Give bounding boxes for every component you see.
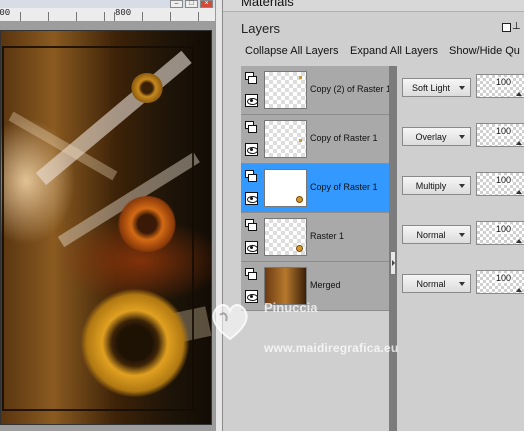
blend-mode-dropdown[interactable]: Multiply (402, 176, 471, 195)
materials-palette-header: Materials (223, 0, 524, 12)
layer-icons (245, 170, 259, 208)
blend-mode-dropdown[interactable]: Soft Light (402, 78, 471, 97)
layer-thumbnail (264, 169, 307, 207)
watermark: Pinuccia www.maidiregrafica.eu (206, 293, 436, 363)
visibility-eye-icon[interactable] (245, 94, 258, 107)
minimize-button[interactable]: – (170, 0, 183, 8)
chevron-down-icon (459, 184, 465, 188)
layer-row[interactable]: Copy (2) of Raster 1 (241, 66, 392, 115)
close-button[interactable]: × (200, 0, 213, 8)
layer-properties-row: Normal 100 (397, 213, 524, 262)
watermark-name: Pinuccia (264, 300, 318, 315)
layer-group-icon[interactable] (245, 170, 258, 183)
chevron-up-icon (516, 190, 522, 194)
ruler-tick (170, 12, 171, 21)
visibility-eye-icon[interactable] (245, 143, 258, 156)
blend-mode-value: Soft Light (411, 83, 451, 93)
opacity-value: 100 (495, 175, 513, 185)
visibility-eye-icon[interactable] (245, 241, 258, 254)
layer-properties-row: Multiply 100 (397, 164, 524, 213)
blend-mode-dropdown[interactable]: Normal (402, 274, 471, 293)
app-window: – □ × 600 800 (0, 0, 524, 431)
opacity-field[interactable]: 100 (476, 221, 524, 245)
image-frame (2, 46, 194, 411)
materials-title[interactable]: Materials (241, 0, 294, 9)
layers-header: Layers ⊥ (223, 12, 524, 42)
layer-icons (245, 219, 259, 257)
layer-group-icon[interactable] (245, 268, 258, 281)
chevron-down-icon (459, 135, 465, 139)
layer-icons (245, 121, 259, 159)
layer-properties-row: Overlay 100 (397, 115, 524, 164)
layer-row-selected[interactable]: Copy of Raster 1 (241, 164, 389, 213)
layer-row[interactable]: Raster 1 (241, 213, 389, 262)
layer-thumbnail (264, 120, 307, 158)
layer-name: Copy (2) of Raster 1 (310, 84, 392, 94)
pin-icon[interactable]: ⊥ (512, 21, 521, 32)
chevron-up-icon (516, 92, 522, 96)
opacity-field[interactable]: 100 (476, 270, 524, 294)
layer-group-icon[interactable] (245, 72, 258, 85)
layer-row[interactable]: Copy of Raster 1 (241, 115, 389, 164)
layers-toolbar: Collapse All Layers Expand All Layers Sh… (223, 42, 524, 62)
opacity-value: 100 (495, 224, 513, 234)
layer-group-icon[interactable] (245, 219, 258, 232)
blend-mode-value: Normal (416, 279, 446, 289)
expand-all-layers-button[interactable]: Expand All Layers (350, 45, 438, 57)
maximize-icon[interactable] (502, 23, 511, 32)
opacity-field[interactable]: 100 (476, 172, 524, 196)
layer-name: Copy of Raster 1 (310, 133, 378, 143)
ruler-tick (48, 12, 49, 21)
ruler-tick (198, 12, 199, 21)
chevron-up-icon (516, 239, 522, 243)
watermark-logo-icon (212, 303, 248, 341)
layers-title: Layers (241, 21, 281, 36)
layer-properties-row: Soft Light 100 (397, 66, 524, 115)
layers-list: Copy (2) of Raster 1 Copy of Raster 1 Co… (241, 66, 392, 311)
layer-icons (245, 72, 259, 110)
ruler-label: 800 (115, 8, 132, 18)
horizontal-ruler: – □ × 600 800 (0, 0, 222, 22)
chevron-down-icon (459, 282, 465, 286)
layer-properties: Soft Light 100 Overlay 100 Multiply 100 … (397, 66, 524, 311)
splitter-arrow-icon[interactable] (390, 251, 396, 275)
layer-name: Raster 1 (310, 231, 345, 241)
show-hide-quick-button[interactable]: Show/Hide Qu (449, 45, 520, 57)
blend-mode-dropdown[interactable]: Normal (402, 225, 471, 244)
blend-mode-value: Overlay (415, 132, 447, 142)
layer-name: Merged (310, 280, 341, 290)
opacity-value: 100 (495, 273, 513, 283)
ruler-tick (104, 12, 105, 21)
ruler-tick (76, 12, 77, 21)
blend-mode-value: Normal (416, 230, 446, 240)
chevron-up-icon (516, 288, 522, 292)
canvas-area: – □ × 600 800 (0, 0, 222, 431)
chevron-down-icon (459, 233, 465, 237)
layer-thumbnail (264, 218, 307, 256)
layer-thumbnail (264, 71, 307, 109)
chevron-up-icon (516, 141, 522, 145)
chevron-down-icon (459, 86, 465, 90)
layer-group-icon[interactable] (245, 121, 258, 134)
maximize-button[interactable]: □ (185, 0, 198, 8)
image-window-titlebar: – □ × (0, 0, 222, 8)
ruler-label: 600 (0, 8, 11, 18)
opacity-field[interactable]: 100 (476, 123, 524, 147)
collapse-all-layers-button[interactable]: Collapse All Layers (245, 45, 339, 57)
layers-palette: Materials Layers ⊥ Collapse All Layers E… (222, 0, 524, 431)
blend-mode-dropdown[interactable]: Overlay (402, 127, 471, 146)
ruler-tick (142, 12, 143, 21)
blend-mode-value: Multiply (415, 181, 447, 191)
opacity-field[interactable]: 100 (476, 74, 524, 98)
window-edge (215, 0, 222, 431)
layer-name: Copy of Raster 1 (310, 182, 378, 192)
visibility-eye-icon[interactable] (245, 192, 258, 205)
panel-splitter[interactable] (389, 66, 397, 431)
opacity-value: 100 (495, 126, 513, 136)
watermark-url: www.maidiregrafica.eu (264, 341, 399, 355)
ruler-tick (20, 12, 21, 21)
opacity-value: 100 (495, 77, 513, 87)
